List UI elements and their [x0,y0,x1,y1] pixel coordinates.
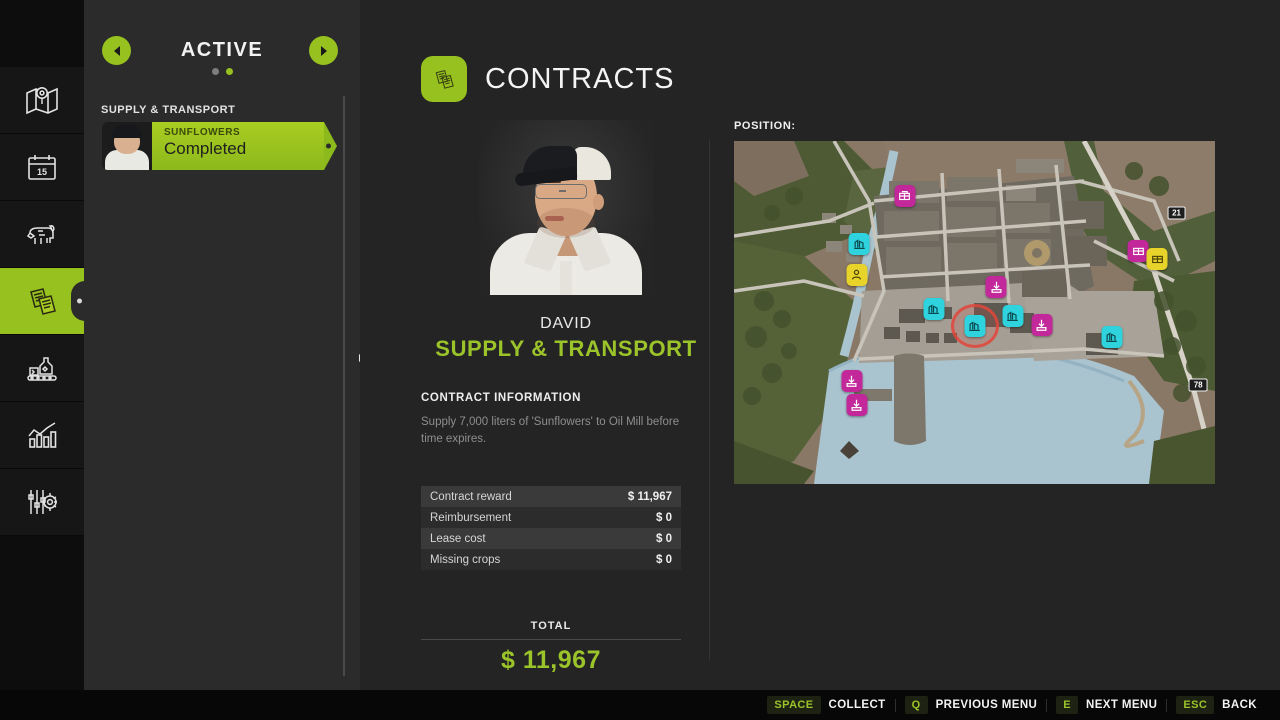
map-marker-unload[interactable] [846,394,868,417]
page-header: CONTRACTS [421,56,674,102]
list-item-body: SUNFLOWERS Completed [152,122,337,170]
page-dot[interactable] [211,68,219,75]
row-label: Contract reward [430,490,512,503]
map-marker-unload[interactable] [841,370,863,393]
bottom-action-bar: SPACE COLLECT Q PREVIOUS MENU E NEXT MEN… [0,690,1280,720]
rail-active-indicator [77,298,82,304]
sidebar-item-map[interactable] [0,67,84,134]
table-row: Lease cost $ 0 [421,528,681,550]
row-value: $ 0 [656,553,672,566]
map-icon [22,80,62,120]
contract-list: SUPPLY & TRANSPORT SUNFLOWERS Completed [84,100,360,690]
map-marker-silo[interactable] [1002,304,1024,327]
row-label: Lease cost [430,532,486,545]
page-dot-active[interactable] [225,68,233,75]
map-marker-building[interactable] [894,184,916,207]
hint-previous-menu[interactable]: Q PREVIOUS MENU [896,696,1047,714]
key-space: SPACE [767,696,821,714]
total-value: $ 11,967 [501,646,601,674]
map-marker-building[interactable] [1146,248,1168,271]
list-header: ACTIVE [84,0,360,100]
map-marker-unload[interactable] [1031,313,1053,336]
row-value: $ 11,967 [627,490,672,503]
production-icon [22,348,62,388]
map-marker-person[interactable] [846,263,868,286]
action-previous-menu: PREVIOUS MENU [935,699,1038,711]
list-title: ACTIVE [180,39,264,61]
contract-list-scrollbar[interactable] [343,96,345,676]
contracts-icon [22,281,62,321]
page-title: CONTRACTS [485,62,675,95]
active-contracts-panel: ACTIVE SUPPLY & TRANSPORT SUNFLOWERS Com… [84,0,360,690]
table-row: Missing crops $ 0 [421,549,681,571]
position-map[interactable]: 21 78 [734,141,1215,484]
hint-next-menu[interactable]: E NEXT MENU [1047,696,1166,714]
calendar-icon: 15 [22,147,62,187]
position-section: POSITION: 21 78 [734,120,1216,484]
list-item[interactable]: SUNFLOWERS Completed [102,122,337,170]
hint-back[interactable]: ESC BACK [1167,696,1266,714]
cow-icon [22,214,62,254]
left-arrow-icon [113,45,120,56]
key-q: Q [904,696,928,714]
next-category-button[interactable] [309,36,338,65]
list-item-status: Completed [164,139,247,158]
map-marker-building[interactable] [1127,239,1149,262]
table-row: Reimbursement $ 0 [421,507,681,529]
map-marker-silo[interactable] [848,232,870,255]
sidebar-item-animals[interactable] [0,201,84,268]
rail-top-spacer [0,0,84,67]
key-e: E [1056,696,1079,714]
contracts-icon [421,56,467,102]
main-content: CONTRACTS DAVID SUPPLY & TRANSPORT CONTR… [360,0,1280,690]
row-label: Missing crops [430,553,501,566]
action-back: BACK [1222,699,1257,711]
road-badge: 21 [1167,206,1186,220]
total-section: TOTAL $ 11,967 [421,620,681,675]
rail-bottom-spacer [0,536,84,603]
action-next-menu: NEXT MENU [1086,699,1158,711]
row-value: $ 0 [656,532,672,545]
contract-detail: DAVID SUPPLY & TRANSPORT CONTRACT INFORM… [421,120,711,571]
list-item-indicator [326,143,331,149]
key-esc: ESC [1176,696,1215,714]
map-marker-silo[interactable] [923,298,945,321]
contract-description: Supply 7,000 liters of 'Sunflowers' to O… [421,416,680,445]
position-label: POSITION: [734,120,796,132]
map-marker-silo[interactable] [1101,325,1123,348]
map-marker-target-silo[interactable] [964,315,985,338]
list-item-avatar [102,122,152,170]
sidebar-item-statistics[interactable] [0,402,84,469]
settings-icon [22,482,62,522]
contract-information-title: CONTRACT INFORMATION [421,392,581,404]
list-section-label: SUPPLY & TRANSPORT [101,104,236,116]
character-portrait [478,120,654,295]
sidebar-rail: 15 [0,0,84,690]
finance-table: Contract reward $ 11,967 Reimbursement $… [421,486,681,571]
list-item-subtitle: SUNFLOWERS [164,127,241,138]
page-indicator [84,68,360,75]
table-row: Contract reward $ 11,967 [421,486,681,508]
row-label: Reimbursement [430,511,512,524]
row-value: $ 0 [656,511,672,524]
sidebar-item-calendar[interactable]: 15 [0,134,84,201]
total-label: TOTAL [530,620,572,632]
sidebar-item-settings[interactable] [0,469,84,536]
hint-collect[interactable]: SPACE COLLECT [758,696,894,714]
sidebar-item-contracts[interactable] [0,268,84,335]
svg-text:15: 15 [37,167,47,177]
right-arrow-icon [320,45,327,56]
road-badge: 78 [1188,378,1208,392]
action-collect: COLLECT [828,699,886,711]
sidebar-item-production[interactable] [0,335,84,402]
previous-category-button[interactable] [102,36,131,65]
map-marker-unload[interactable] [985,275,1007,298]
total-divider [421,639,681,640]
content-divider [709,140,710,660]
character-role: SUPPLY & TRANSPORT [435,336,697,361]
statistics-icon [22,415,62,455]
character-name: DAVID [540,315,592,332]
